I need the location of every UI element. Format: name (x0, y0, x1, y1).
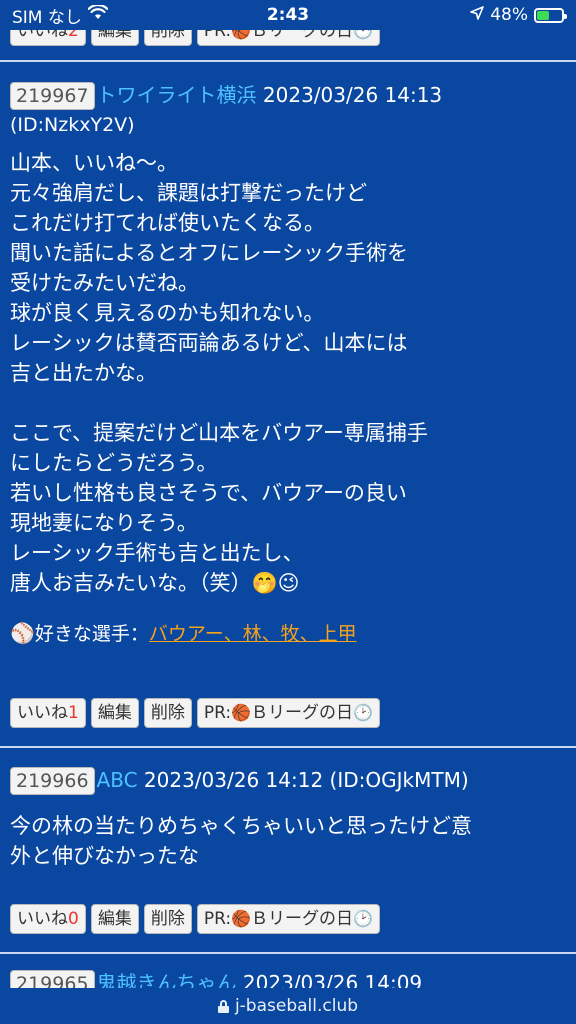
post-author[interactable]: ABC (97, 768, 138, 792)
location-arrow-icon (470, 5, 485, 25)
promo-button[interactable]: PR:🏀Ｂリーグの日🕑 (196, 698, 380, 728)
like-button[interactable]: いいね1 (10, 698, 86, 728)
favorite-players: ⚾好きな選手：バウアー、林、牧、上甲 (10, 618, 566, 649)
clock-icon: 🕑 (353, 703, 373, 722)
url-text: j-baseball.club (234, 996, 359, 1016)
edit-button[interactable]: 編集 (90, 904, 139, 934)
promo-text: Ｂリーグの日 (251, 909, 354, 929)
favorite-players-link[interactable]: バウアー、林、牧、上甲 (149, 623, 357, 645)
like-count: 1 (68, 703, 79, 723)
favorite-label: 好きな選手： (34, 623, 149, 645)
status-bar: SIM なし 2:43 48% (0, 0, 576, 30)
delete-button[interactable]: 削除 (143, 698, 192, 728)
post-body: 今の林の当たりめちゃくちゃいいと思ったけど意 外と伸びなかったな (10, 814, 472, 868)
promo-button[interactable]: PR:🏀Ｂリーグの日🕑 (196, 904, 380, 934)
post-header: 219966 ABC 2023/03/26 14:12 (ID:OGJkMTM) (10, 765, 566, 795)
post-date: 2023/03/26 14:13 (262, 83, 443, 107)
promo-text: Ｂリーグの日 (251, 703, 354, 723)
promo-label: PR: (203, 703, 232, 723)
battery-fill (537, 10, 549, 20)
post-219966: 219966 ABC 2023/03/26 14:12 (ID:OGJkMTM) … (10, 765, 566, 871)
baseball-icon: ⚾ (10, 621, 35, 645)
battery-cap (564, 13, 567, 19)
like-button[interactable]: いいね0 (10, 904, 86, 934)
post-header: 219967 トワイライト横浜 2023/03/26 14:13 (10, 80, 566, 110)
post-divider (0, 746, 576, 748)
delete-button[interactable]: 削除 (143, 904, 192, 934)
post-219967-buttons: いいね1 編集 削除 PR:🏀Ｂリーグの日🕑 (10, 698, 380, 728)
battery-percent: 48% (490, 5, 528, 25)
like-count: 0 (68, 909, 79, 929)
basketball-icon: 🏀 (231, 909, 252, 928)
post-divider (0, 60, 576, 62)
post-divider (0, 952, 576, 954)
post-date: 2023/03/26 14:12 (ID:OGJkMTM) (143, 768, 469, 792)
basketball-icon: 🏀 (231, 703, 252, 722)
post-id: (ID:NzkxY2V) (10, 114, 135, 136)
post-author[interactable]: トワイライト横浜 (97, 83, 257, 107)
like-label: いいね (17, 703, 68, 723)
clock-icon: 🕑 (353, 909, 373, 928)
post-number[interactable]: 219966 (10, 767, 95, 795)
lock-icon (217, 999, 229, 1013)
like-label: いいね (17, 909, 68, 929)
post-219967: 219967 トワイライト横浜 2023/03/26 14:13 (ID:Nzkx… (10, 80, 566, 649)
promo-label: PR: (203, 909, 232, 929)
edit-button[interactable]: 編集 (90, 698, 139, 728)
carrier-label: SIM なし (12, 7, 82, 28)
battery-icon (534, 7, 567, 23)
url-bar[interactable]: j-baseball.club (0, 988, 576, 1024)
post-body: 山本、いいね〜。 元々強肩だし、課題は打撃だったけど これだけ打てれば使いたくな… (10, 151, 428, 595)
wifi-icon (87, 3, 109, 25)
post-number[interactable]: 219967 (10, 82, 95, 110)
post-219966-buttons: いいね0 編集 削除 PR:🏀Ｂリーグの日🕑 (10, 904, 380, 934)
